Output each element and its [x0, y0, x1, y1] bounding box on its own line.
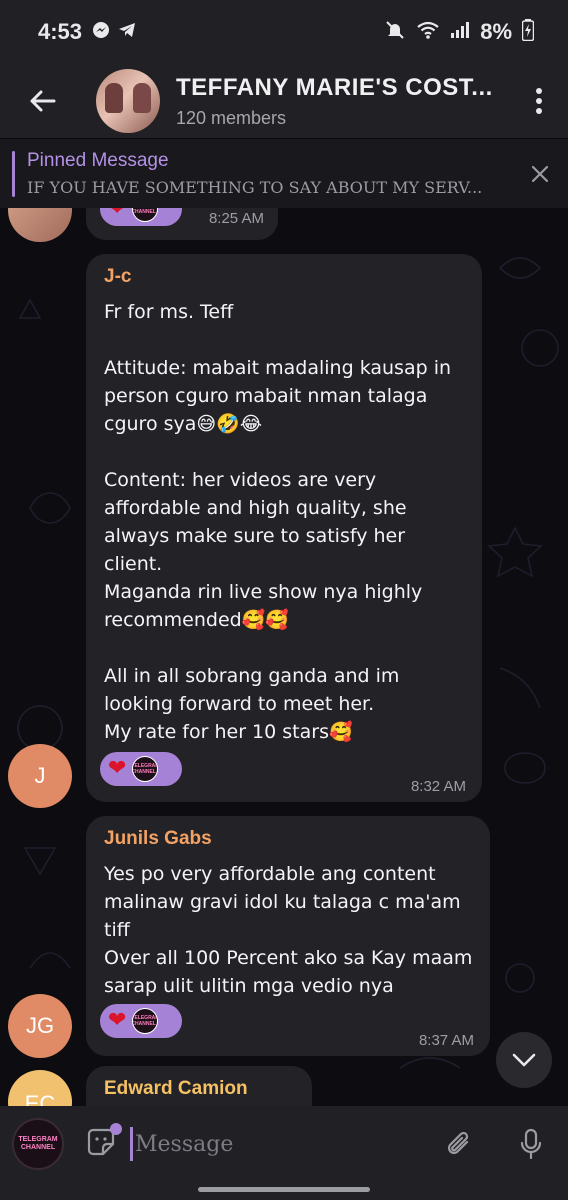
message-input[interactable]: Message: [130, 1124, 434, 1164]
reactor-avatar: TELEGRAM CHANNEL: [132, 208, 159, 222]
sticker-button[interactable]: [86, 1123, 122, 1161]
reaction-row[interactable]: ❤ TELEGRAM CHANNEL: [100, 208, 182, 226]
chat-area[interactable]: ❤ TELEGRAM CHANNEL 8:25 AM J-c Fr for ms…: [0, 208, 568, 1106]
pinned-title: Pinned Message: [27, 150, 169, 171]
wifi-icon: [416, 20, 440, 44]
heart-reaction-icon[interactable]: ❤: [108, 1010, 126, 1032]
telegram-icon: [118, 21, 136, 43]
status-bar: 4:53 8%: [0, 0, 568, 64]
message-text: Fr for ms. Teff Attitude: mabait madalin…: [104, 301, 452, 743]
message-time: 8:37 AM: [418, 1032, 474, 1049]
message-input-bar: TELEGRAM CHANNEL Message: [0, 1106, 568, 1182]
battery-percent: 8%: [480, 19, 512, 44]
system-nav-bar: [0, 1182, 568, 1200]
group-avatar[interactable]: [96, 69, 160, 133]
message-time: 8:25 AM: [208, 210, 264, 227]
sender-name[interactable]: J-c: [104, 266, 466, 288]
sender-avatar[interactable]: J: [8, 744, 72, 808]
battery-charging-icon: [521, 19, 535, 45]
paperclip-icon: [447, 1131, 469, 1155]
sender-avatar[interactable]: JG: [8, 994, 72, 1058]
text-cursor: [130, 1127, 133, 1161]
pinned-message-bar[interactable]: Pinned Message IF YOU HAVE SOMETHING TO …: [0, 138, 568, 208]
voice-record-button[interactable]: [506, 1128, 556, 1160]
message-bubble[interactable]: Junils Gabs Yes po very affordable ang c…: [86, 816, 490, 1056]
reaction-row[interactable]: ❤ TELEGRAM CHANNEL: [100, 752, 182, 786]
chat-header: TEFFANY MARIE'S COST... 120 members: [0, 64, 568, 138]
reactor-avatar: TELEGRAM CHANNEL: [132, 756, 159, 782]
arrow-left-icon: [30, 90, 56, 112]
mute-icon: [384, 19, 406, 45]
sender-name[interactable]: Junils Gabs: [104, 828, 474, 850]
attach-button[interactable]: [434, 1128, 484, 1160]
close-icon: [531, 165, 549, 182]
message-bubble[interactable]: J-c Fr for ms. Teff Attitude: mabait mad…: [86, 254, 482, 802]
bot-menu-avatar[interactable]: TELEGRAM CHANNEL: [12, 1118, 64, 1170]
more-vertical-icon: [536, 88, 542, 114]
home-gesture-handle[interactable]: [198, 1187, 370, 1192]
message-bubble[interactable]: Edward Camion: [86, 1066, 312, 1106]
pinned-text: IF YOU HAVE SOMETHING TO SAY ABOUT MY SE…: [27, 178, 483, 197]
chevron-down-icon: [512, 1053, 536, 1067]
reactor-avatar: TELEGRAM CHANNEL: [132, 1008, 159, 1034]
signal-icon: [450, 21, 470, 43]
more-menu-button[interactable]: [510, 64, 568, 138]
chat-title: TEFFANY MARIE'S COST...: [176, 73, 493, 101]
message-bubble[interactable]: ❤ TELEGRAM CHANNEL 8:25 AM: [86, 208, 278, 240]
pinned-indicator: [12, 150, 15, 197]
status-time: 4:53: [38, 19, 83, 44]
message-placeholder: Message: [135, 1131, 234, 1157]
pinned-close-button[interactable]: [512, 164, 568, 184]
messenger-icon: [92, 21, 110, 43]
sticker-notification-dot: [110, 1123, 122, 1135]
chat-title-block[interactable]: TEFFANY MARIE'S COST... 120 members: [176, 74, 510, 129]
scroll-to-bottom-button[interactable]: [496, 1032, 552, 1088]
message-time: 8:32 AM: [410, 778, 466, 795]
sender-name[interactable]: Edward Camion: [104, 1078, 248, 1100]
back-button[interactable]: [0, 64, 84, 138]
message-text: Yes po very affordable ang content malin…: [104, 863, 473, 997]
heart-reaction-icon[interactable]: ❤: [108, 758, 126, 780]
heart-reaction-icon[interactable]: ❤: [108, 208, 126, 220]
reaction-row[interactable]: ❤ TELEGRAM CHANNEL: [100, 1004, 182, 1038]
microphone-icon: [520, 1128, 542, 1160]
member-count: 120 members: [176, 107, 287, 128]
